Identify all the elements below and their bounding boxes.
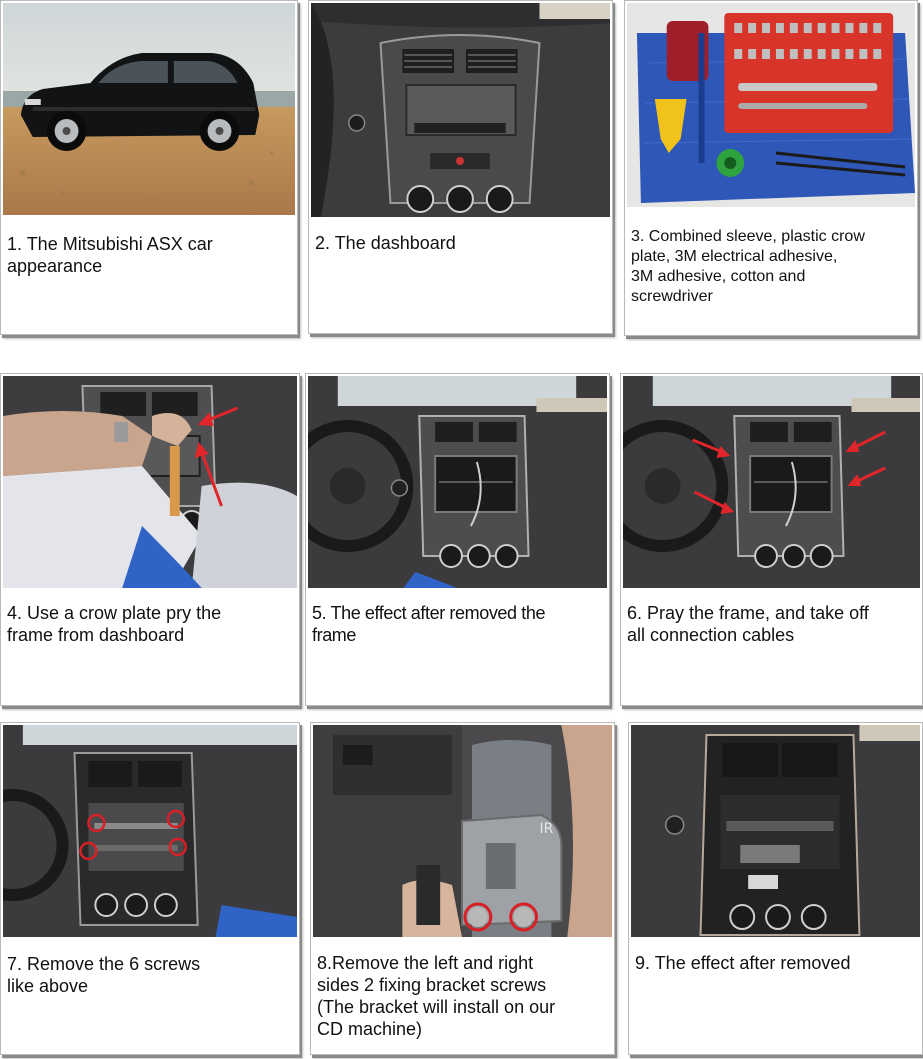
step-caption-4: 4. Use a crow plate pry the frame from d… — [7, 603, 222, 645]
dashboard-photo — [311, 3, 610, 217]
step-card-2: 2. The dashboard — [308, 0, 613, 334]
step-card-5: 5. The effect after removed the frame — [305, 373, 610, 706]
step-card-1: 1. The Mitsubishi ASX car appearance — [0, 0, 298, 335]
frame-removed-photo — [308, 376, 607, 588]
pry-frame-photo — [3, 376, 297, 588]
step-card-3: 3. Combined sleeve, plastic crow plate, … — [624, 0, 918, 336]
disconnect-cables-photo — [623, 376, 920, 588]
car-exterior-photo — [3, 3, 295, 215]
step-caption-8: 8.Remove the left and right sides 2 fixi… — [317, 953, 556, 1039]
removed-unit-photo — [631, 725, 920, 937]
step-caption-6: 6. Pray the frame, and take off all conn… — [627, 603, 869, 645]
step-caption-7: 7. Remove the 6 screws like above — [7, 954, 201, 996]
step-caption-5: 5. The effect after removed the frame — [312, 603, 546, 645]
step-caption-9: 9. The effect after removed — [635, 953, 851, 973]
step-card-8: IR 8.Remove the left and right sides 2 f… — [310, 722, 615, 1055]
bracket-screws-photo: IR — [313, 725, 612, 937]
step-caption-3: 3. Combined sleeve, plastic crow plate, … — [631, 228, 865, 305]
step-card-9: 9. The effect after removed — [628, 722, 923, 1055]
step-caption-2: 2. The dashboard — [315, 233, 456, 253]
step-card-6: 6. Pray the frame, and take off all conn… — [620, 373, 923, 706]
tools-photo — [627, 3, 915, 207]
step-card-4: 4. Use a crow plate pry the frame from d… — [0, 373, 300, 706]
bracket-marking-text: IR — [539, 821, 553, 837]
step-caption-1: 1. The Mitsubishi ASX car appearance — [7, 234, 213, 276]
screws-photo — [3, 725, 297, 937]
step-card-7: 7. Remove the 6 screws like above — [0, 722, 300, 1055]
